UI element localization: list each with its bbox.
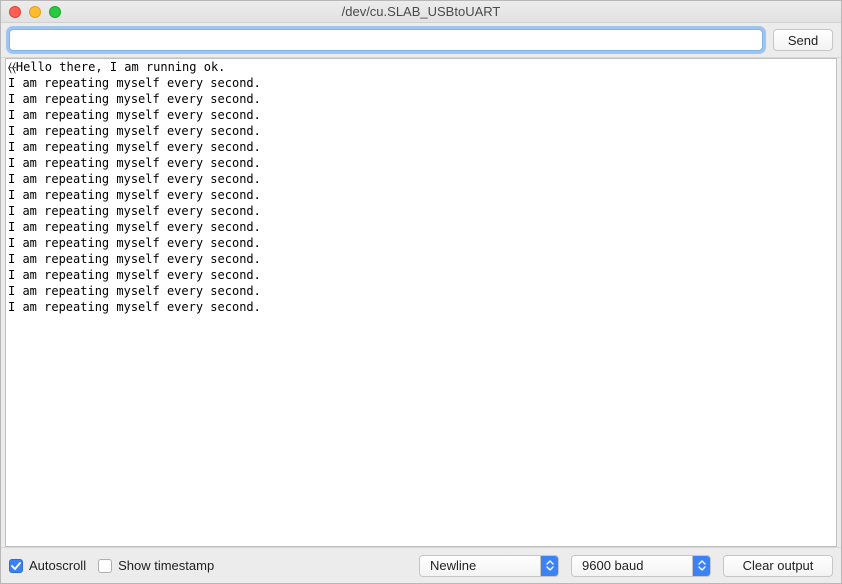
send-button[interactable]: Send — [773, 29, 833, 51]
baud-rate-select[interactable]: 9600 baud — [571, 555, 711, 577]
serial-monitor-window: /dev/cu.SLAB_USBtoUART Send ⦑⦑Hello ther… — [0, 0, 842, 584]
checkbox-icon — [98, 559, 112, 573]
clear-output-button[interactable]: Clear output — [723, 555, 833, 577]
close-icon[interactable] — [9, 6, 21, 18]
minimize-icon[interactable] — [29, 6, 41, 18]
serial-output[interactable]: ⦑⦑Hello there, I am running ok. I am rep… — [5, 58, 837, 547]
updown-icon — [692, 556, 710, 576]
timestamp-label: Show timestamp — [118, 558, 214, 573]
command-row: Send — [1, 23, 841, 58]
line-ending-select[interactable]: Newline — [419, 555, 559, 577]
footer-bar: Autoscroll Show timestamp Newline 9600 b… — [1, 547, 841, 583]
baud-rate-value: 9600 baud — [582, 558, 682, 573]
command-input[interactable] — [9, 29, 763, 51]
autoscroll-checkbox[interactable]: Autoscroll — [9, 558, 86, 573]
updown-icon — [540, 556, 558, 576]
titlebar: /dev/cu.SLAB_USBtoUART — [1, 1, 841, 23]
timestamp-checkbox[interactable]: Show timestamp — [98, 558, 214, 573]
window-title: /dev/cu.SLAB_USBtoUART — [1, 4, 841, 19]
window-controls — [1, 6, 61, 18]
checkbox-icon — [9, 559, 23, 573]
autoscroll-label: Autoscroll — [29, 558, 86, 573]
zoom-icon[interactable] — [49, 6, 61, 18]
line-ending-value: Newline — [430, 558, 530, 573]
